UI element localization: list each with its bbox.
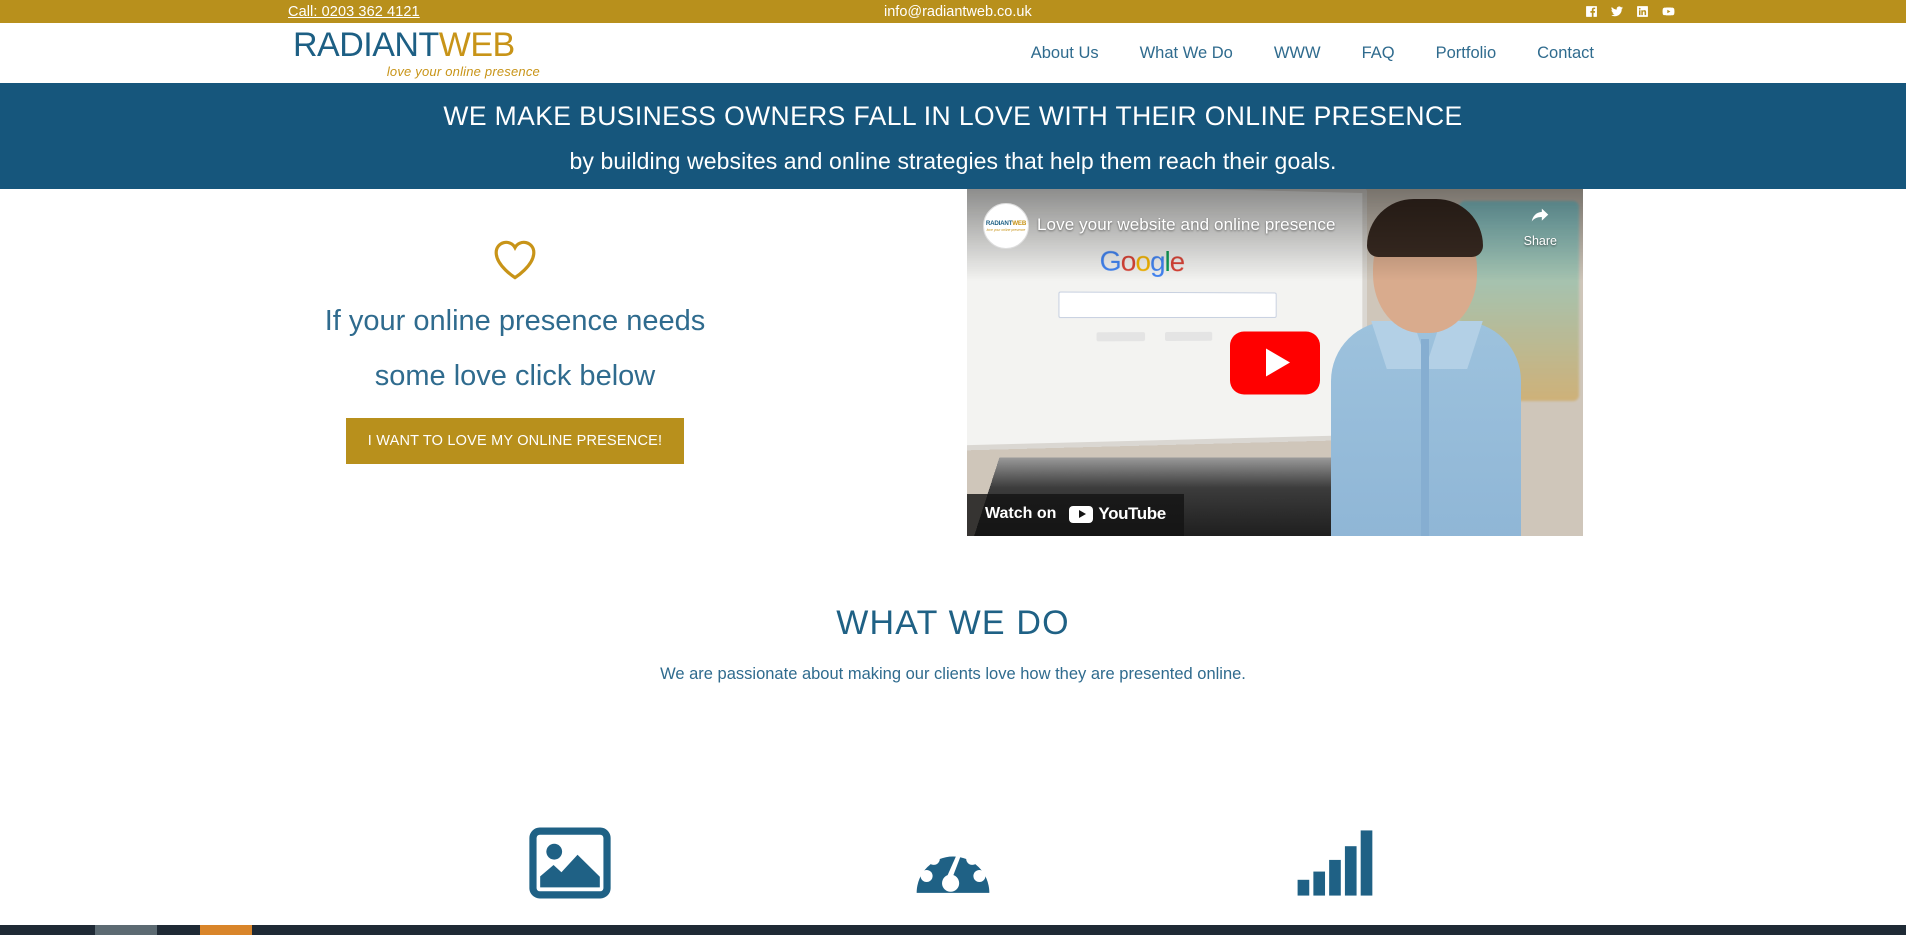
youtube-logo-icon [1069,505,1094,523]
play-icon[interactable] [1230,331,1320,394]
hero-subheadline: by building websites and online strategi… [569,148,1337,175]
google-search-box [1058,291,1277,319]
nav-item-contact[interactable]: Contact [1537,44,1594,63]
section-title: WHAT WE DO [836,604,1070,642]
linkedin-icon[interactable] [1636,5,1649,18]
nav-item-what-we-do[interactable]: What We Do [1140,44,1233,63]
youtube-wordmark: YouTube [1069,504,1166,524]
youtube-brand-label: YouTube [1098,504,1166,523]
cta-column: If your online presence needs some love … [310,237,720,465]
strip-segment [157,925,200,935]
bottom-browser-strip [0,925,1906,935]
cta-button[interactable]: I WANT TO LOVE MY ONLINE PRESENCE! [345,418,685,465]
feature-icons-row [0,789,1906,899]
nav-item-about-us[interactable]: About Us [1031,44,1099,63]
twitter-icon[interactable] [1610,5,1624,18]
channel-avatar[interactable]: RADIANTWEB love your online presence [983,203,1029,249]
strip-segment [0,925,95,935]
logo-text-web: WEB [438,26,515,64]
phone-link[interactable]: Call: 0203 362 4121 [288,4,420,20]
bar-chart-icon [1297,830,1373,896]
site-header: RADIANTWEB love your online presence Abo… [0,23,1906,83]
cta-line-2: some love click below [374,360,656,393]
video-top-gradient [967,189,1583,281]
nav-item-www[interactable]: WWW [1274,44,1321,63]
feature-item-design[interactable] [379,789,762,899]
feature-item-performance[interactable] [762,789,1145,899]
share-label: Share [1523,234,1557,248]
heart-icon [310,237,720,286]
main-navigation: About Us What We Do WWW FAQ Portfolio Co… [1031,44,1594,63]
nav-item-faq[interactable]: FAQ [1362,44,1395,63]
google-buttons [1096,331,1213,342]
image-icon [529,827,611,899]
section-subtitle: We are passionate about making our clien… [660,665,1246,683]
email-link[interactable]: info@radiantweb.co.uk [884,4,1032,20]
site-logo[interactable]: RADIANTWEB love your online presence [293,28,543,79]
strip-segment [252,925,1906,935]
nav-item-portfolio[interactable]: Portfolio [1436,44,1497,63]
top-utility-bar: Call: 0203 362 4121 info@radiantweb.co.u… [0,0,1906,23]
facebook-icon[interactable] [1585,5,1598,18]
watch-on-youtube-button[interactable]: Watch on YouTube [967,494,1184,536]
logo-wordmark: RADIANTWEB [293,28,543,62]
share-icon [1532,208,1549,222]
social-links [1585,5,1676,18]
watch-on-label: Watch on [985,505,1057,522]
video-title[interactable]: Love your website and online presence [1037,215,1336,235]
feature-item-results[interactable] [1145,789,1528,899]
channel-avatar-radiant: RADIANT [985,220,1013,227]
logo-text-radiant: RADIANT [293,26,439,64]
speedometer-icon [916,843,990,893]
channel-avatar-wordmark: RADIANTWEB [986,220,1026,227]
channel-avatar-web: WEB [1012,220,1027,227]
hero-headline: WE MAKE BUSINESS OWNERS FALL IN LOVE WIT… [443,100,1463,131]
strip-segment [200,925,252,935]
main-content: If your online presence needs some love … [0,189,1906,899]
youtube-icon[interactable] [1661,5,1676,18]
youtube-video-player[interactable]: Google RADIANTWEB love your online prese… [967,189,1583,536]
what-we-do-section: WHAT WE DO We are passionate about makin… [0,604,1906,684]
logo-tagline: love your online presence [386,64,540,79]
cta-line-1: If your online presence needs [324,305,706,337]
hero-banner: WE MAKE BUSINESS OWNERS FALL IN LOVE WIT… [0,83,1906,189]
channel-avatar-tagline: love your online presence [986,228,1026,232]
strip-segment [95,925,157,935]
share-button[interactable]: Share [1524,205,1557,248]
